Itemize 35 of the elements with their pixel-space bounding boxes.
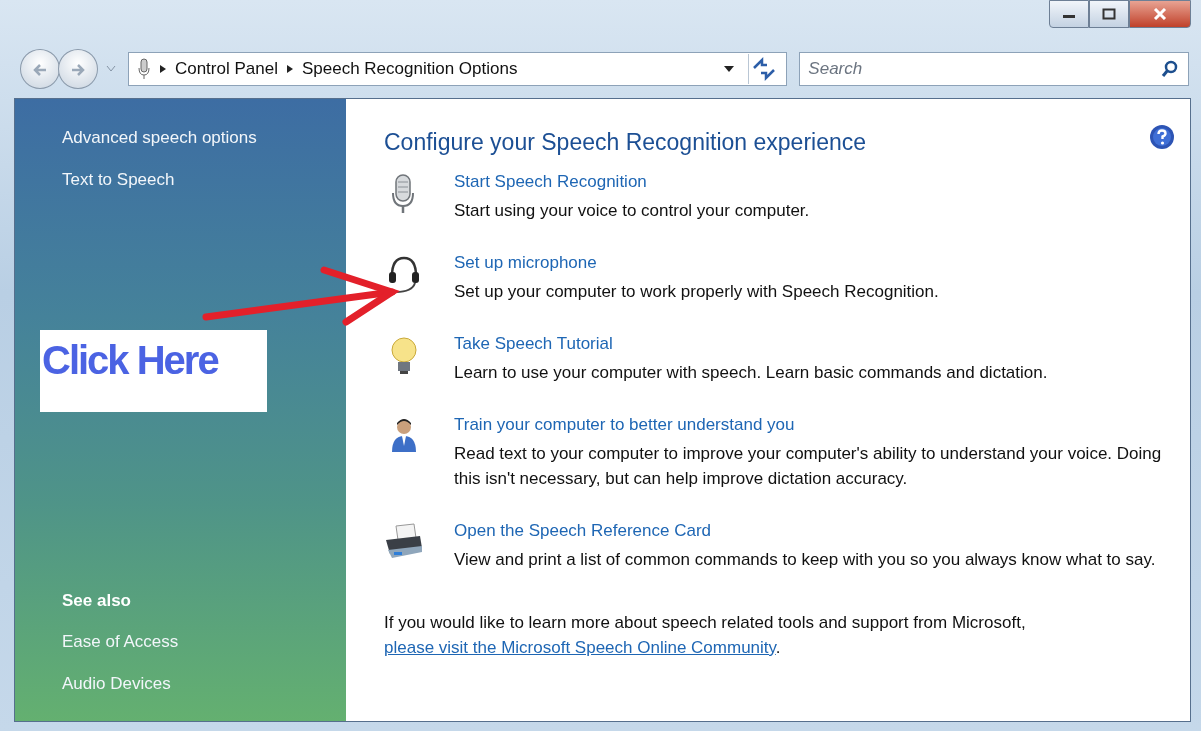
task-description: Set up your computer to work properly with Speech Recognition. (454, 280, 940, 303)
task-link[interactable]: Take Speech Tutorial (454, 333, 613, 353)
page-title: Configure your Speech Recognition experience (384, 129, 867, 157)
task-link[interactable]: Set up microphone (454, 252, 597, 272)
community-link[interactable]: please visit the Microsoft Speech Online Community (384, 637, 776, 657)
microphone-icon (136, 58, 151, 80)
task-description: Start using your voice to control your computer. (454, 199, 811, 222)
forward-button[interactable] (57, 49, 98, 89)
footer-text: If you would like to learn more about speech related tools and support from Microsoft, please visit the Microsoft Speech Online Community. (384, 611, 1027, 659)
see-also-heading: See also (62, 590, 132, 612)
close-icon (1153, 8, 1167, 20)
maximize-button[interactable] (1089, 0, 1129, 28)
right-arrow-icon (69, 62, 86, 77)
click-here-callout: Click Here (40, 330, 267, 412)
search-field[interactable]: Search (799, 52, 1189, 86)
close-button[interactable] (1129, 0, 1191, 28)
breadcrumb-item[interactable]: Speech Recognition Options (301, 56, 518, 82)
search-icon (1161, 60, 1179, 78)
left-arrow-icon (32, 62, 48, 77)
chevron-icon (158, 64, 167, 74)
sidebar-link[interactable]: Advanced speech options (62, 125, 346, 150)
breadcrumb-item[interactable]: Control Panel (174, 56, 278, 82)
task-description: Learn to use your computer with speech. Learn basic commands and dictation. (454, 361, 1049, 384)
chevron-icon (285, 64, 294, 74)
task-link[interactable]: Train your computer to better understand you (454, 414, 795, 434)
task-description: Read text to your computer to improve your computer's ability to understand your voice. Doing this isn't necessary, but can help improve dictation accuracy. (454, 442, 1163, 490)
dropdown-icon (724, 65, 735, 73)
help-icon[interactable] (1149, 124, 1175, 150)
address-bar[interactable]: Control Panel Speech Recognition Options (127, 52, 788, 86)
task-link[interactable]: Open the Speech Reference Card (454, 520, 712, 540)
sidebar-link[interactable]: Text to Speech (62, 167, 346, 192)
task-link[interactable]: Start Speech Recognition (454, 171, 647, 191)
task-description: View and print a list of common commands to keep with you so you always know what to say. (454, 548, 1157, 571)
maximize-icon (1102, 8, 1116, 20)
minimize-button[interactable] (1049, 0, 1089, 28)
